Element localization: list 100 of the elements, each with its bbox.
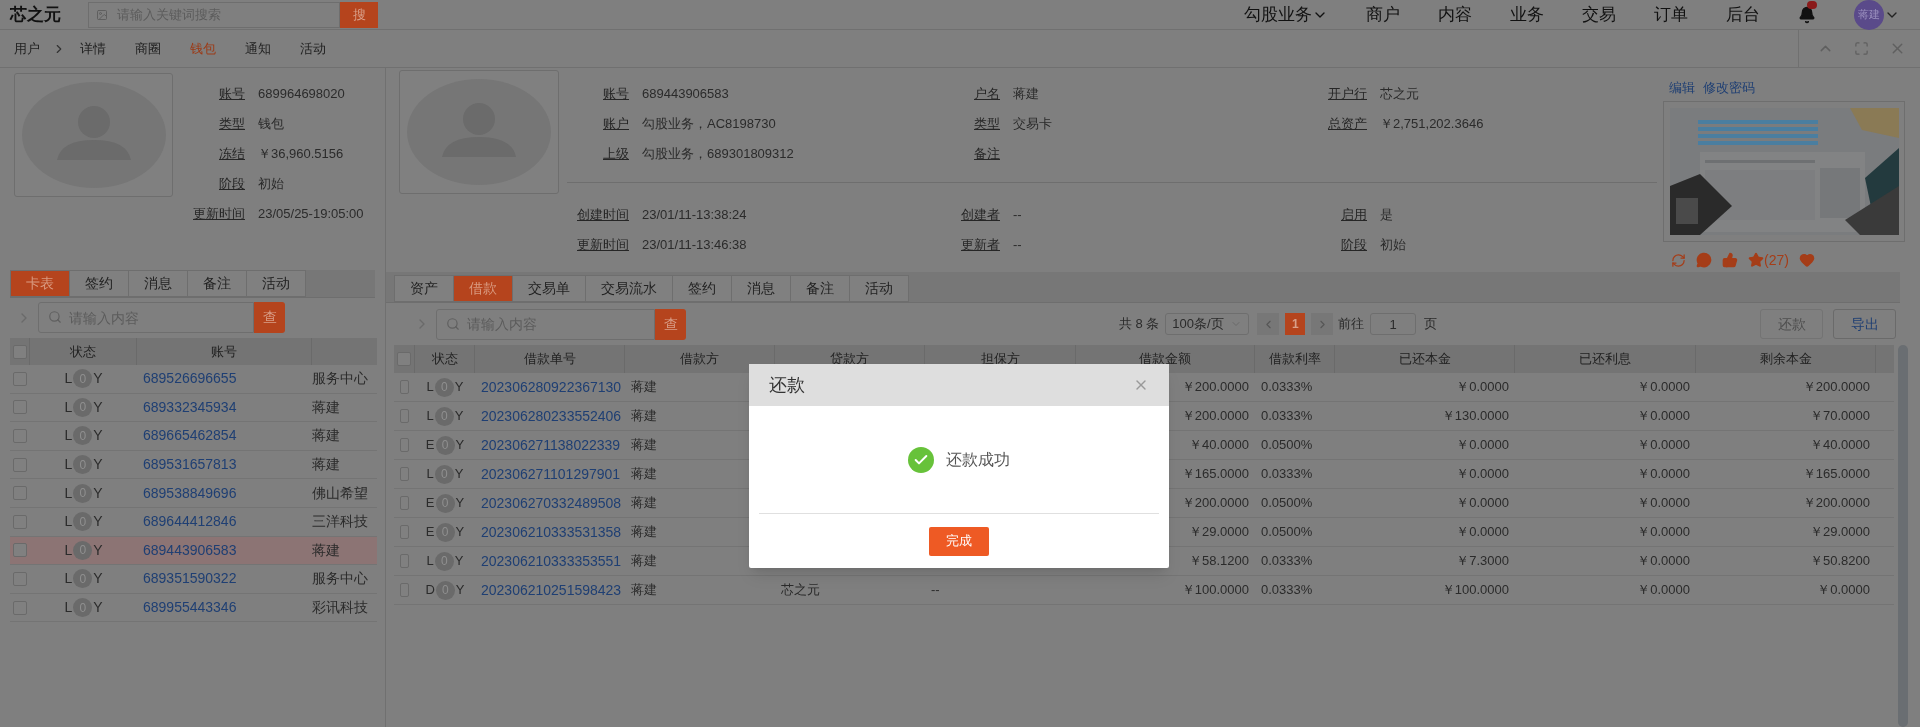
search-button[interactable]: 查: [254, 302, 285, 333]
tab[interactable]: 备注: [790, 275, 850, 302]
logo[interactable]: 芯之元: [10, 1, 80, 28]
next-page-button[interactable]: [1311, 313, 1334, 335]
star-icon[interactable]: [1748, 252, 1764, 268]
search-button[interactable]: 搜: [340, 1, 378, 28]
tab[interactable]: 借款: [453, 275, 513, 302]
column-header: 借款方: [680, 350, 719, 369]
nav-item[interactable]: 勾股业务: [1244, 1, 1328, 28]
nav-item[interactable]: 订单: [1654, 1, 1688, 28]
status-letter: L: [64, 483, 73, 503]
tab[interactable]: 资产: [394, 275, 454, 302]
success-icon: [908, 446, 934, 473]
status-letter: L: [426, 552, 434, 571]
status-letter: E: [425, 436, 435, 455]
loan-id-link[interactable]: 202306271101297901: [481, 463, 621, 485]
status-letter: Y: [455, 494, 465, 513]
tab[interactable]: 商圈: [135, 38, 161, 59]
table-cell-text: ￥200.0000: [1802, 378, 1870, 397]
account-link[interactable]: 689665462854: [143, 427, 237, 444]
column-header: 状态: [431, 350, 458, 369]
done-button[interactable]: 完成: [929, 526, 989, 556]
account-link[interactable]: 689351590322: [143, 570, 237, 587]
loan-id-link[interactable]: 202306210251598423: [481, 579, 622, 601]
tab[interactable]: 交易流水: [585, 275, 673, 302]
tab[interactable]: 活动: [300, 38, 326, 59]
loan-id-link[interactable]: 202306280922367130: [481, 376, 622, 398]
star-count: (27): [1764, 250, 1789, 270]
field-value: 689964698020: [258, 85, 345, 104]
table-cell-text: ￥200.0000: [1181, 494, 1249, 513]
tab[interactable]: 消息: [731, 275, 791, 302]
loan-id-link[interactable]: 202306270332489508: [481, 492, 622, 514]
account-link[interactable]: 689538849696: [143, 484, 237, 501]
table-cell-text: ￥200.0000: [1181, 378, 1249, 397]
refresh-icon[interactable]: [1671, 252, 1686, 268]
table-cell-text: ￥40.0000: [1189, 436, 1249, 455]
page-input[interactable]: 1: [1370, 313, 1417, 335]
tab[interactable]: 卡表: [10, 270, 70, 297]
table-cell-text: ￥50.8200: [1810, 552, 1870, 571]
tab[interactable]: 通知: [245, 38, 271, 59]
nav-item[interactable]: 业务: [1510, 1, 1544, 28]
account-link[interactable]: 689955443346: [143, 599, 237, 616]
status-letter: L: [426, 465, 434, 484]
status-letter: Y: [93, 512, 103, 532]
search-button[interactable]: 查: [655, 308, 686, 340]
field-label: 备注: [973, 145, 1000, 164]
tab[interactable]: 签约: [672, 275, 732, 302]
table-cell-text: ￥130.0000: [1441, 407, 1509, 426]
action-button[interactable]: 导出: [1833, 309, 1896, 339]
table-cell-text: ￥29.0000: [1810, 523, 1870, 542]
field-value: 勾股业务，AC8198730: [642, 115, 776, 134]
column-header: 已还利息: [1579, 350, 1631, 369]
comment-icon[interactable]: [1696, 252, 1712, 268]
field-label: 总资产: [1327, 115, 1367, 134]
field-value: 初始: [1380, 236, 1406, 255]
action-link[interactable]: 修改密码: [1703, 78, 1755, 98]
tab[interactable]: 备注: [187, 270, 247, 297]
page-size-select[interactable]: 100条/页: [1165, 313, 1250, 335]
table-cell-text: 0.0500%: [1261, 436, 1313, 455]
tab[interactable]: 活动: [849, 275, 909, 302]
account-link[interactable]: 689531657813: [143, 456, 237, 473]
status-letter: L: [64, 569, 73, 589]
account-link[interactable]: 689443906583: [143, 541, 237, 558]
heart-icon[interactable]: [1798, 252, 1815, 268]
checkbox[interactable]: [13, 543, 27, 558]
nav-item[interactable]: 内容: [1438, 1, 1472, 28]
loan-id-link[interactable]: 202306280233552406: [481, 405, 622, 427]
page-button[interactable]: 1: [1285, 313, 1306, 335]
nav-item[interactable]: 后台: [1726, 1, 1760, 28]
fullscreen-icon[interactable]: [1854, 41, 1869, 56]
table-cell-text: ￥0.0000: [1637, 523, 1690, 542]
table-cell-text: 蒋建: [631, 494, 657, 513]
thumbs-up-icon[interactable]: [1722, 252, 1738, 268]
action-link[interactable]: 编辑: [1669, 78, 1695, 98]
loan-id-link[interactable]: 202306210333353551: [481, 550, 622, 572]
tab[interactable]: 交易单: [512, 275, 586, 302]
tab[interactable]: 详情: [80, 38, 106, 59]
account-link[interactable]: 689644412846: [143, 513, 237, 530]
status-letter: Y: [93, 455, 103, 475]
field-value: 蒋建: [1013, 85, 1039, 104]
loan-id-link[interactable]: 202306210333531358: [481, 521, 622, 543]
table-cell-text: 蒋建: [631, 523, 657, 542]
table-cell-text: 蒋建: [631, 378, 657, 397]
breadcrumb-root[interactable]: 用户: [14, 38, 40, 59]
table-cell-text: 0.0333%: [1261, 552, 1313, 571]
tab[interactable]: 活动: [246, 270, 306, 297]
account-link[interactable]: 689526696655: [143, 370, 237, 387]
status-letter: Y: [93, 569, 103, 589]
account-link[interactable]: 689332345934: [143, 398, 237, 415]
search-icon: [48, 310, 62, 324]
nav-item[interactable]: 商户: [1366, 1, 1400, 28]
field-label: 账号: [602, 85, 629, 104]
nav-item[interactable]: 交易: [1582, 1, 1616, 28]
previous-page-button[interactable]: [1257, 313, 1280, 335]
field-label: 更新时间: [576, 236, 629, 255]
tab[interactable]: 签约: [69, 270, 129, 297]
tab[interactable]: 消息: [128, 270, 188, 297]
loan-id-link[interactable]: 202306271138022339: [481, 434, 621, 456]
user-avatar[interactable]: 蒋建: [1854, 0, 1884, 30]
column-header: 借款利率: [1268, 350, 1321, 369]
